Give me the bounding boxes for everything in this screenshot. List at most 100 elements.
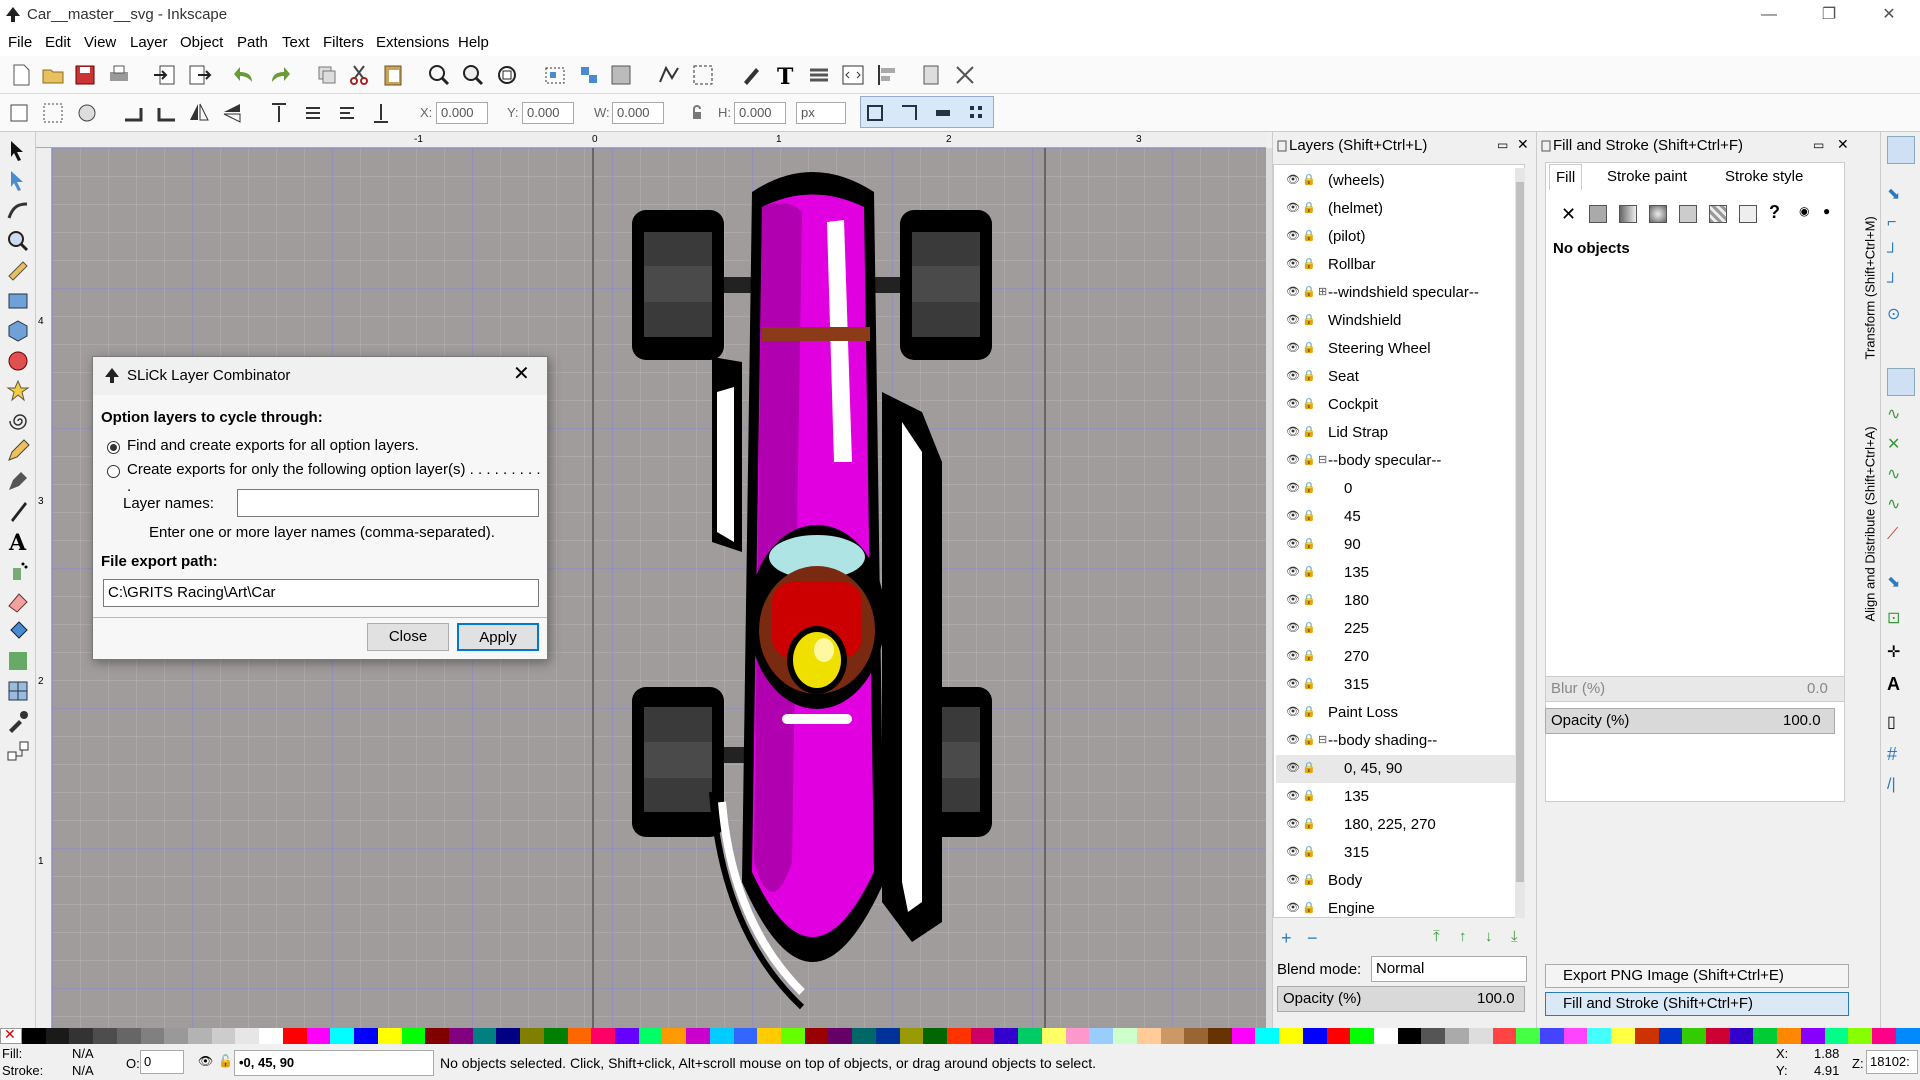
- align-dialog-icon[interactable]: [874, 62, 900, 88]
- palette-swatch[interactable]: [116, 1028, 141, 1044]
- lock-icon[interactable]: 🔒: [1302, 257, 1316, 271]
- remove-layer-icon[interactable]: −: [1307, 928, 1318, 949]
- palette-swatch[interactable]: [1255, 1028, 1280, 1044]
- xml-editor-icon[interactable]: [840, 62, 866, 88]
- lock-icon[interactable]: 🔒: [1302, 873, 1316, 887]
- mesh-gradient-icon[interactable]: [1679, 205, 1697, 223]
- y-field[interactable]: 0.000: [522, 102, 574, 124]
- palette-swatch[interactable]: [1373, 1028, 1398, 1044]
- race-car-drawing[interactable]: [612, 162, 1012, 1028]
- layer-row[interactable]: 👁 🔒 135: [1276, 559, 1516, 587]
- palette-swatch[interactable]: [1421, 1028, 1446, 1044]
- layer-to-top-icon[interactable]: ⤒: [1433, 928, 1440, 945]
- panel-close-icon[interactable]: ✕: [1837, 136, 1849, 153]
- palette-swatch[interactable]: [1089, 1028, 1114, 1044]
- panel-iconify-icon[interactable]: ▭: [1813, 138, 1824, 152]
- palette-swatch[interactable]: [1587, 1028, 1612, 1044]
- print-icon[interactable]: [106, 62, 132, 88]
- unit-select[interactable]: px: [796, 102, 846, 124]
- layer-row[interactable]: 👁 🔒 Windshield: [1276, 307, 1516, 335]
- move-patterns-icon[interactable]: [964, 100, 990, 126]
- dropper-tool-icon[interactable]: [5, 708, 31, 734]
- zoom-field[interactable]: 18102:: [1866, 1050, 1918, 1074]
- deselect-icon[interactable]: [74, 100, 100, 126]
- save-icon[interactable]: [72, 62, 98, 88]
- cut-icon[interactable]: [346, 62, 372, 88]
- paste-icon[interactable]: [380, 62, 406, 88]
- unset-paint-icon[interactable]: ?: [1769, 202, 1780, 223]
- layer-row[interactable]: 👁 🔒 (pilot): [1276, 223, 1516, 251]
- rectangle-tool-icon[interactable]: [5, 288, 31, 314]
- spiral-tool-icon[interactable]: [5, 408, 31, 434]
- zoom-selection-icon[interactable]: [426, 62, 452, 88]
- layer-names-input[interactable]: [237, 489, 539, 517]
- opacity-field[interactable]: 0: [140, 1050, 184, 1074]
- text-dialog-icon[interactable]: T: [772, 62, 798, 88]
- snap-rotation-center-icon[interactable]: ✛: [1887, 642, 1900, 662]
- menu-help[interactable]: Help: [458, 34, 489, 51]
- palette-swatch[interactable]: [1611, 1028, 1635, 1044]
- apply-button[interactable]: Apply: [457, 623, 539, 651]
- snap-bbox-center-icon[interactable]: ⊙: [1887, 304, 1900, 324]
- palette-swatch[interactable]: [282, 1028, 307, 1044]
- palette-swatch[interactable]: [472, 1028, 497, 1044]
- move-gradients-icon[interactable]: [930, 100, 956, 126]
- lock-icon[interactable]: 🔒: [1302, 537, 1316, 551]
- spray-tool-icon[interactable]: [5, 558, 31, 584]
- menu-text[interactable]: Text: [282, 34, 310, 51]
- lock-icon[interactable]: 🔒: [1302, 789, 1316, 803]
- visibility-eye-icon[interactable]: 👁: [1286, 509, 1300, 523]
- menu-object[interactable]: Object: [180, 34, 223, 51]
- palette-swatch[interactable]: [1350, 1028, 1374, 1044]
- visibility-eye-icon[interactable]: 👁: [1286, 397, 1300, 411]
- palette-swatch[interactable]: [306, 1028, 331, 1044]
- visibility-eye-icon[interactable]: 👁: [1286, 621, 1300, 635]
- layer-row[interactable]: 👁 🔒 45: [1276, 503, 1516, 531]
- star-tool-icon[interactable]: [5, 378, 31, 404]
- lock-ratio-icon[interactable]: [684, 100, 710, 126]
- palette-swatch[interactable]: [1231, 1028, 1256, 1044]
- visibility-eye-icon[interactable]: 👁: [1286, 593, 1300, 607]
- palette-swatch[interactable]: [852, 1028, 876, 1044]
- snap-page-border-icon[interactable]: ▯: [1887, 712, 1896, 732]
- snap-text-baseline-icon[interactable]: A: [1887, 674, 1900, 695]
- layer-row[interactable]: 👁 🔒 Steering Wheel: [1276, 335, 1516, 363]
- palette-swatch[interactable]: [614, 1028, 639, 1044]
- no-paint-icon[interactable]: ✕: [1561, 204, 1576, 225]
- visibility-eye-icon[interactable]: 👁: [1286, 705, 1300, 719]
- paint-bucket-tool-icon[interactable]: [5, 618, 31, 644]
- layer-row[interactable]: 👁 🔒 Rollbar: [1276, 251, 1516, 279]
- text-tool-icon[interactable]: A: [5, 528, 31, 554]
- layer-row[interactable]: 👁 🔒 Engine: [1276, 895, 1516, 923]
- lock-icon[interactable]: 🔒: [1302, 229, 1316, 243]
- snap-bbox-edge-icon[interactable]: ⌐: [1887, 214, 1896, 232]
- palette-swatch[interactable]: [1279, 1028, 1303, 1044]
- horizontal-ruler[interactable]: -1 0 1 2 3: [36, 132, 1266, 148]
- palette-swatch[interactable]: [947, 1028, 971, 1044]
- palette-swatch[interactable]: [1113, 1028, 1137, 1044]
- ellipse-tool-icon[interactable]: [5, 348, 31, 374]
- mesh-tool-icon[interactable]: [5, 678, 31, 704]
- layer-row[interactable]: 👁 🔒 135: [1276, 783, 1516, 811]
- lock-icon[interactable]: 🔒: [1302, 677, 1316, 691]
- close-window-button[interactable]: ✕: [1860, 0, 1918, 30]
- tab-stroke-style[interactable]: Stroke style: [1719, 164, 1809, 190]
- lock-icon[interactable]: 🔒: [1302, 509, 1316, 523]
- palette-swatch[interactable]: [211, 1028, 236, 1044]
- tab-stroke-paint[interactable]: Stroke paint: [1601, 164, 1693, 190]
- raise-icon[interactable]: [608, 62, 634, 88]
- palette-swatch[interactable]: [259, 1028, 283, 1044]
- lock-icon[interactable]: 🔒: [1302, 369, 1316, 383]
- transform-dock-tab[interactable]: Transform (Shift+Ctrl+M): [1863, 160, 1878, 359]
- visibility-eye-icon[interactable]: 👁: [1286, 285, 1300, 299]
- flat-color-icon[interactable]: [1589, 205, 1607, 223]
- palette-swatch[interactable]: [1136, 1028, 1161, 1044]
- layer-row[interactable]: 👁 🔒 Seat: [1276, 363, 1516, 391]
- layer-to-bottom-icon[interactable]: ⤓: [1511, 928, 1518, 945]
- palette-swatch[interactable]: [1468, 1028, 1493, 1044]
- export-path-input[interactable]: C:\GRITS Racing\Art\Car: [103, 579, 539, 607]
- palette-swatch[interactable]: [330, 1028, 355, 1044]
- menu-extensions[interactable]: Extensions: [376, 34, 449, 51]
- layer-list-scrollbar[interactable]: [1515, 168, 1525, 918]
- menu-edit[interactable]: Edit: [45, 34, 71, 51]
